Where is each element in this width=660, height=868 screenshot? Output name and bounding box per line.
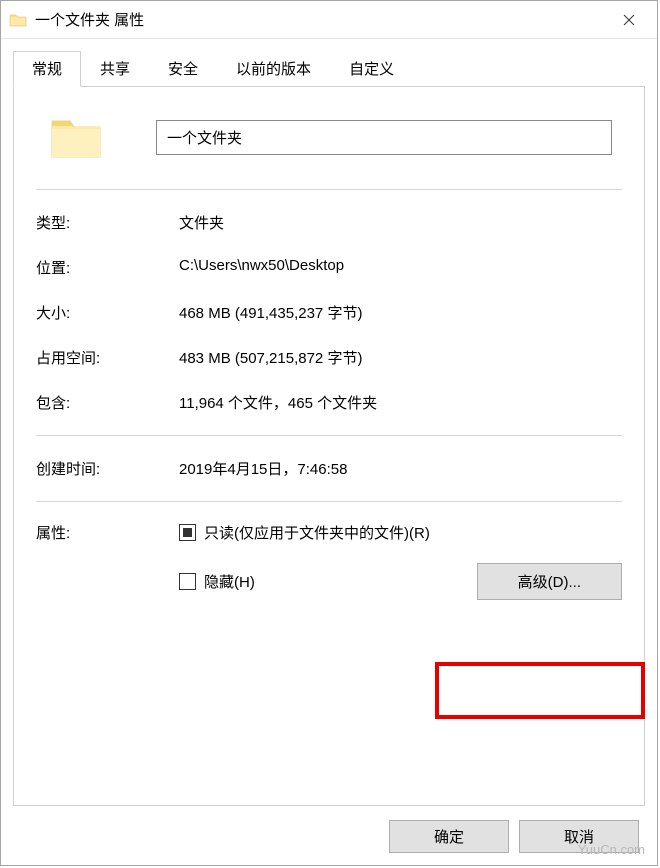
location-value: C:\Users\nwx50\Desktop (179, 257, 622, 278)
contains-label: 包含: (36, 392, 179, 413)
created-row: 创建时间: 2019年4月15日，7:46:58 (36, 446, 622, 491)
tab-security[interactable]: 安全 (149, 51, 217, 86)
created-label: 创建时间: (36, 458, 179, 479)
name-row (36, 107, 622, 167)
properties-dialog: 一个文件夹 属性 常规 共享 安全 以前的版本 自定义 类型: (0, 0, 658, 866)
folder-icon (9, 12, 27, 28)
tab-content: 类型: 文件夹 位置: C:\Users\nwx50\Desktop 大小: 4… (13, 86, 645, 806)
size-value: 468 MB (491,435,237 字节) (179, 302, 622, 323)
type-row: 类型: 文件夹 (36, 200, 622, 245)
size-row: 大小: 468 MB (491,435,237 字节) (36, 290, 622, 335)
tab-customize[interactable]: 自定义 (330, 51, 413, 86)
dialog-buttons: 确定 取消 (389, 820, 639, 853)
titlebar: 一个文件夹 属性 (1, 1, 657, 39)
folder-name-input[interactable] (156, 120, 612, 155)
contains-row: 包含: 11,964 个文件，465 个文件夹 (36, 380, 622, 425)
cancel-button[interactable]: 取消 (519, 820, 639, 853)
checkbox-icon (179, 573, 196, 590)
type-value: 文件夹 (179, 212, 622, 233)
disk-size-row: 占用空间: 483 MB (507,215,872 字节) (36, 335, 622, 380)
disk-size-label: 占用空间: (36, 347, 179, 368)
tab-general[interactable]: 常规 (13, 51, 81, 87)
close-icon (623, 14, 635, 26)
readonly-checkbox[interactable]: 只读(仅应用于文件夹中的文件)(R) (179, 522, 430, 543)
ok-button[interactable]: 确定 (389, 820, 509, 853)
highlight-annotation (435, 662, 645, 719)
tab-previous-versions[interactable]: 以前的版本 (217, 51, 330, 86)
readonly-label: 只读(仅应用于文件夹中的文件)(R) (204, 522, 430, 543)
close-button[interactable] (609, 5, 649, 35)
advanced-button[interactable]: 高级(D)... (477, 563, 622, 600)
attributes-row: 属性: 只读(仅应用于文件夹中的文件)(R) (36, 512, 622, 553)
contains-value: 11,964 个文件，465 个文件夹 (179, 392, 622, 413)
location-row: 位置: C:\Users\nwx50\Desktop (36, 245, 622, 290)
folder-icon-large (46, 107, 106, 167)
created-value: 2019年4月15日，7:46:58 (179, 458, 622, 479)
hidden-checkbox[interactable]: 隐藏(H) (179, 571, 255, 592)
hidden-label: 隐藏(H) (204, 571, 255, 592)
divider (36, 501, 622, 502)
attributes-label: 属性: (36, 522, 179, 543)
hidden-row: 隐藏(H) 高级(D)... (36, 553, 622, 610)
tab-bar: 常规 共享 安全 以前的版本 自定义 (1, 51, 657, 86)
location-label: 位置: (36, 257, 179, 278)
tab-sharing[interactable]: 共享 (81, 51, 149, 86)
window-title: 一个文件夹 属性 (35, 9, 609, 30)
checkbox-indeterminate-icon (179, 524, 196, 541)
type-label: 类型: (36, 212, 179, 233)
disk-size-value: 483 MB (507,215,872 字节) (179, 347, 622, 368)
divider (36, 189, 622, 190)
size-label: 大小: (36, 302, 179, 323)
divider (36, 435, 622, 436)
